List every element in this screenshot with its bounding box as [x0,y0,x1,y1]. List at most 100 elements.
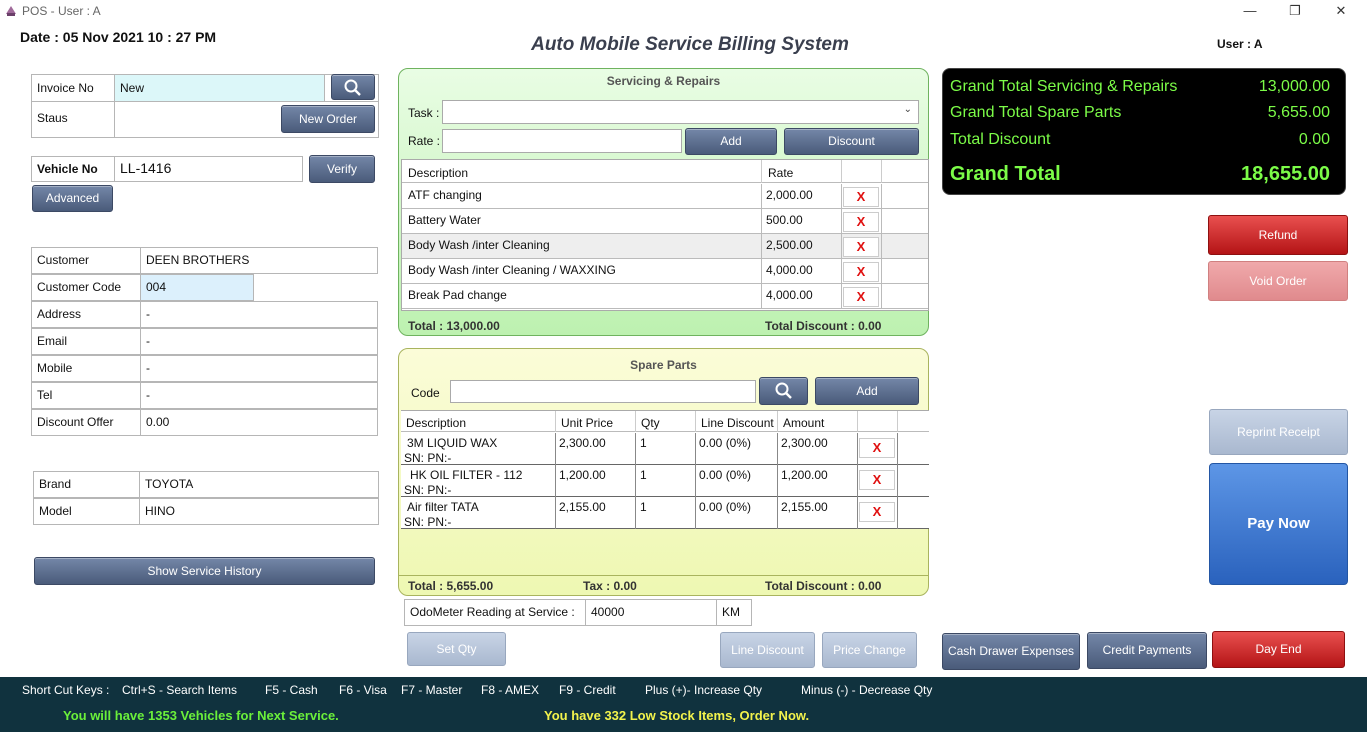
rate-input[interactable] [442,129,682,153]
part-serial: SN: PN:- [404,515,452,529]
customer-row: Customer DEEN BROTHERS [31,247,379,274]
customer-label: Customer [31,247,141,274]
day-end-button[interactable]: Day End [1212,631,1345,668]
mobile-value[interactable]: - [140,355,378,382]
discount-offer-value[interactable]: 0.00 [140,409,378,436]
shortcut-title: Short Cut Keys : [22,683,110,697]
mobile-label: Mobile [31,355,141,382]
table-row[interactable]: Break Pad change 4,000.00 X [402,284,928,309]
odometer-label: OdoMeter Reading at Service : [404,599,586,626]
table-row[interactable]: Body Wash /inter Cleaning 2,500.00 X [402,234,928,259]
service-rate: 2,500.00 [766,238,813,252]
credit-payments-button[interactable]: Credit Payments [1087,632,1207,669]
price-change-button[interactable]: Price Change [822,632,917,668]
service-description: ATF changing [408,188,482,202]
shortcut-item: F8 - AMEX [481,683,540,697]
remove-item-button[interactable]: X [859,470,895,490]
table-row[interactable]: 3M LIQUID WAX SN: PN:- 2,300.00 1 0.00 (… [401,433,929,465]
odometer-input[interactable]: 40000 [585,599,717,626]
service-rate: 4,000.00 [766,288,813,302]
remove-item-button[interactable]: X [843,237,879,257]
customer-value[interactable]: DEEN BROTHERS [140,247,378,274]
new-order-button[interactable]: New Order [281,105,375,133]
servicing-panel: Servicing & Repairs Task : ⌄ Rate : Add … [398,68,929,336]
minimize-icon[interactable]: — [1236,2,1264,22]
part-unit-price: 1,200.00 [559,468,606,482]
shortcut-item: Ctrl+S - Search Items [122,683,238,697]
parts-search-button[interactable] [759,377,808,405]
search-icon [344,79,361,96]
void-order-button[interactable]: Void Order [1208,261,1348,301]
reprint-receipt-button[interactable]: Reprint Receipt [1209,409,1348,455]
customer-code-label: Customer Code [31,274,141,301]
column-header-rate: Rate [768,166,794,180]
brand-value[interactable]: TOYOTA [139,471,379,498]
part-amount: 1,200.00 [781,468,828,482]
model-value[interactable]: HINO [139,498,379,525]
servicing-total: Total : 13,000.00 [408,319,500,333]
address-label: Address [31,301,141,328]
restore-icon[interactable]: ❐ [1281,2,1309,22]
remove-item-button[interactable]: X [843,262,879,282]
service-description: Break Pad change [408,288,507,302]
service-rate: 500.00 [766,213,803,227]
invoice-search-button[interactable] [331,74,375,100]
set-qty-button[interactable]: Set Qty [407,632,506,666]
customer-table: Customer DEEN BROTHERS Customer Code 004… [31,247,379,436]
model-label: Model [33,498,140,525]
vehicle-service-notice[interactable]: You will have 1353 Vehicles for Next Ser… [63,708,339,723]
table-row[interactable]: ATF changing 2,000.00 X [402,184,928,209]
title-bar: POS - User : A — ❐ ✕ [0,0,1367,24]
column-header-line-discount: Line Discount [701,416,774,430]
servicing-grid: Description Rate ATF changing 2,000.00 X… [401,159,929,311]
servicing-discount-button[interactable]: Discount [784,128,919,155]
column-header-unit-price: Unit Price [561,416,614,430]
verify-button[interactable]: Verify [309,155,375,183]
remove-item-button[interactable]: X [859,438,895,458]
table-row[interactable]: Air filter TATA SN: PN:- 2,155.00 1 0.00… [401,497,929,529]
task-select[interactable]: ⌄ [442,100,919,124]
vehicle-details-table: Brand TOYOTA Model HINO [33,471,379,525]
customer-row: Customer Code 004 [31,274,379,301]
discount-total-label: Total Discount [950,131,1051,148]
refund-button[interactable]: Refund [1208,215,1348,255]
grand-total-value: 18,655.00 [1241,163,1330,185]
model-row: Model HINO [33,498,379,525]
invoice-no-field[interactable]: New [114,74,325,102]
table-row[interactable]: Battery Water 500.00 X [402,209,928,234]
table-row[interactable]: HK OIL FILTER - 112 SN: PN:- 1,200.00 1 … [401,465,929,497]
remove-item-button[interactable]: X [843,212,879,232]
remove-item-button[interactable]: X [843,287,879,307]
part-qty: 1 [640,500,647,514]
spare-parts-title: Spare Parts [630,358,697,372]
parts-grid: Description Unit Price Qty Line Discount… [401,410,929,529]
task-label: Task : [408,106,440,120]
remove-item-button[interactable]: X [859,502,895,522]
column-header-description: Description [406,416,467,430]
low-stock-notice[interactable]: You have 332 Low Stock Items, Order Now. [544,708,809,723]
code-label: Code [411,386,440,400]
part-qty: 1 [640,468,647,482]
part-description: HK OIL FILTER - 112 [410,468,523,482]
servicing-total-value: 13,000.00 [1258,78,1330,95]
address-value[interactable]: - [140,301,378,328]
email-value[interactable]: - [140,328,378,355]
parts-add-button[interactable]: Add [815,377,919,405]
vehicle-no-field[interactable]: LL-1416 [114,156,303,182]
table-row[interactable]: Body Wash /inter Cleaning / WAXXING 4,00… [402,259,928,284]
servicing-add-button[interactable]: Add [685,128,777,155]
show-service-history-button[interactable]: Show Service History [34,557,375,585]
line-discount-button[interactable]: Line Discount [720,632,815,668]
servicing-grid-header: Description Rate [402,160,928,183]
customer-code-value[interactable]: 004 [140,274,254,301]
tel-value[interactable]: - [140,382,378,409]
close-icon[interactable]: ✕ [1327,2,1355,22]
cash-drawer-expenses-button[interactable]: Cash Drawer Expenses [942,633,1080,670]
service-rate: 4,000.00 [766,263,813,277]
code-input[interactable] [450,380,756,403]
advanced-button[interactable]: Advanced [32,185,113,212]
remove-item-button[interactable]: X [843,187,879,207]
email-label: Email [31,328,141,355]
pay-now-button[interactable]: Pay Now [1209,463,1348,585]
service-rate: 2,000.00 [766,188,813,202]
